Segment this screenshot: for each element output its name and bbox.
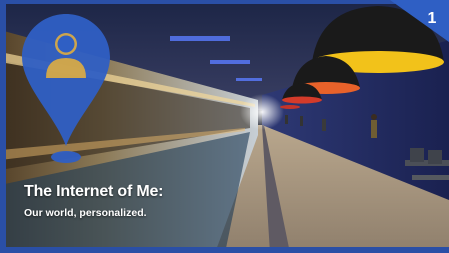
slide-frame-bottom (0, 247, 449, 253)
slide: 1 The Internet of Me: Our world, persona… (0, 0, 449, 253)
location-pin-person-icon (22, 14, 110, 163)
slide-frame-top (0, 0, 449, 4)
slide-number: 1 (427, 10, 437, 27)
slide-title: The Internet of Me: (24, 183, 164, 200)
slide-subtitle: Our world, personalized. (24, 207, 147, 219)
slide-frame-left (0, 0, 6, 253)
